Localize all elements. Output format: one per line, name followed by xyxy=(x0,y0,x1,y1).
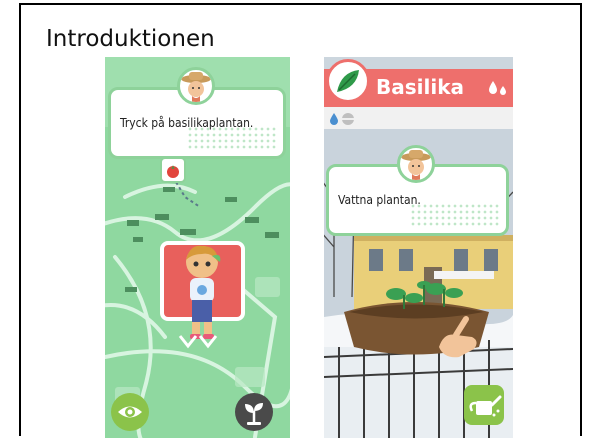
plant-name: Basilika xyxy=(376,75,465,99)
water-level-icon xyxy=(330,113,354,125)
guide-avatar xyxy=(177,67,215,105)
hint-text: Tryck på basilikaplantan. xyxy=(120,116,254,130)
water-drops-icon xyxy=(489,81,506,95)
water-button[interactable] xyxy=(464,385,504,425)
guide-avatar xyxy=(397,145,435,183)
hint-text: Vattna plantan. xyxy=(338,193,421,207)
plant-map-marker[interactable] xyxy=(160,157,186,183)
location-chevrons xyxy=(178,335,218,349)
map-screen: Tryck på basilikaplantan. xyxy=(105,57,290,438)
view-button[interactable] xyxy=(111,393,149,431)
plant-button[interactable] xyxy=(235,393,273,431)
sprout-icon xyxy=(245,403,263,425)
plant-badge xyxy=(326,59,370,103)
plant-screen: Basilika Vattna plantan. xyxy=(324,57,513,438)
watering-can-icon xyxy=(469,395,502,417)
basil-leaf-icon xyxy=(337,70,359,92)
eye-icon xyxy=(118,406,142,418)
stats-bar xyxy=(324,107,513,129)
page-title: Introduktionen xyxy=(46,26,215,52)
tomato-icon xyxy=(167,165,179,178)
bubble-pattern xyxy=(410,203,500,227)
